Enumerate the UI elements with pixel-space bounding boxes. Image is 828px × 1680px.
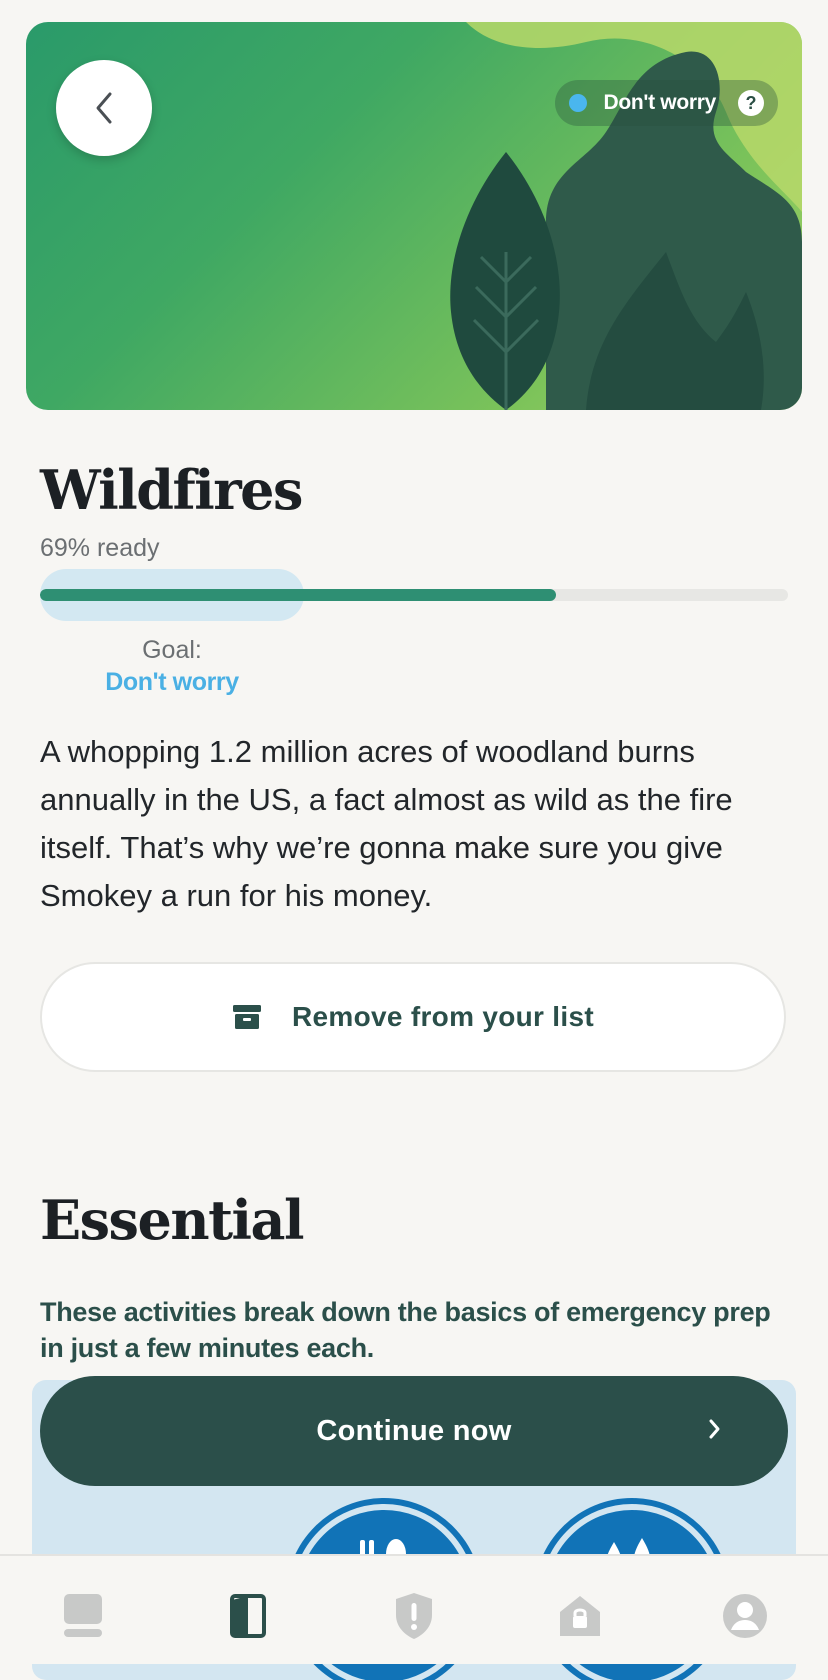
book-icon <box>230 1594 267 1638</box>
topic-description: A whopping 1.2 million acres of woodland… <box>40 734 733 913</box>
lock-icon <box>559 1596 600 1636</box>
tab-home[interactable] <box>53 1588 113 1644</box>
status-dot-icon <box>569 94 588 112</box>
home-icon <box>63 1594 102 1637</box>
ready-percentage: 69% ready <box>40 534 160 562</box>
shield-alert-icon <box>395 1593 432 1639</box>
tab-alerts[interactable] <box>384 1588 444 1644</box>
goal-value: Don't worry <box>105 668 239 696</box>
continue-now-button[interactable]: Continue now <box>40 1376 788 1486</box>
tab-library[interactable] <box>218 1588 278 1644</box>
chevron-right-icon <box>706 1414 724 1444</box>
tab-vault[interactable] <box>550 1588 610 1644</box>
status-label: Don't worry <box>603 91 716 114</box>
page-title: Wildfires <box>40 458 303 522</box>
section-title-essential: Essential <box>40 1188 305 1252</box>
chevron-left-icon <box>96 92 112 124</box>
continue-button-label: Continue now <box>316 1414 512 1447</box>
back-button[interactable] <box>56 60 152 156</box>
remove-button-label: Remove from your list <box>292 1001 594 1032</box>
tab-profile[interactable] <box>715 1588 775 1644</box>
hero-banner: Don't worry ? <box>26 22 802 410</box>
help-icon[interactable]: ? <box>738 90 764 116</box>
progress-fill <box>40 589 557 601</box>
bottom-tab-bar <box>0 1554 828 1664</box>
goal-label: Goal: <box>142 636 202 664</box>
section-subtitle: These activities break down the basics o… <box>40 1297 771 1363</box>
goal-status-pill[interactable]: Don't worry ? <box>555 80 778 126</box>
archive-icon <box>232 1004 262 1030</box>
remove-from-list-button[interactable]: Remove from your list <box>40 962 786 1072</box>
profile-icon <box>723 1594 768 1638</box>
readiness-progress-bar <box>40 589 788 601</box>
